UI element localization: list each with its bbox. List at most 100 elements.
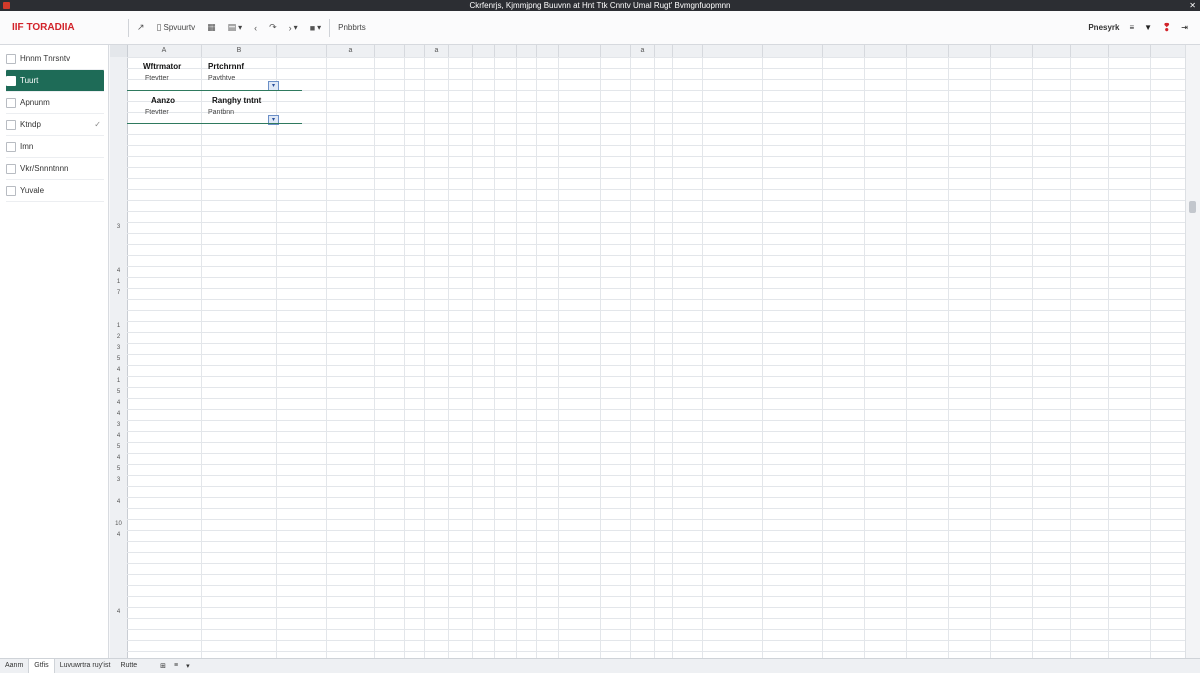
row-header[interactable] [110, 640, 127, 651]
scrollbar-thumb[interactable] [1189, 201, 1196, 213]
sidebar-item[interactable]: Ktndp ✓ [6, 114, 104, 136]
sheet-menu-icon[interactable]: ≡ [174, 662, 178, 670]
page-button[interactable]: ▯ Spvuurtv [155, 20, 198, 35]
undo-button[interactable]: ‹ [252, 21, 259, 35]
row-header[interactable]: 10 [110, 519, 127, 530]
add-sheet-icon[interactable]: ⊞ [160, 662, 166, 670]
row-header[interactable] [110, 233, 127, 244]
row-header[interactable]: 4 [110, 497, 127, 508]
cell-grid[interactable] [127, 57, 1186, 658]
row-header[interactable] [110, 134, 127, 145]
column-header[interactable] [1071, 45, 1109, 57]
row-header[interactable]: 4 [110, 607, 127, 618]
row-header[interactable]: 3 [110, 475, 127, 486]
row-header[interactable]: 1 [110, 277, 127, 288]
sheet-tab[interactable]: Luvuwrtra ruy'ist [55, 659, 116, 673]
select-all-corner[interactable] [110, 45, 128, 57]
row-header[interactable] [110, 101, 127, 112]
row-header[interactable]: 5 [110, 442, 127, 453]
row-header[interactable]: 7 [110, 288, 127, 299]
sheet-tab[interactable]: Gtfis [28, 659, 55, 673]
column-header[interactable] [517, 45, 537, 57]
row-header[interactable] [110, 200, 127, 211]
row-header[interactable] [110, 112, 127, 123]
cell-value[interactable]: Ftevtter [145, 75, 169, 82]
sidebar-item[interactable]: Imn [6, 136, 104, 158]
column-header[interactable] [907, 45, 949, 57]
column-header[interactable] [601, 45, 631, 57]
row-header[interactable] [110, 68, 127, 79]
refresh-button[interactable]: Pnbbrts [336, 21, 368, 34]
row-header[interactable] [110, 90, 127, 101]
cell-value[interactable]: Pavthtve [208, 75, 235, 82]
row-header[interactable] [110, 486, 127, 497]
cell-header-text[interactable]: Ranghy tntnt [212, 96, 261, 105]
cell-header-text[interactable]: Aanzo [151, 96, 175, 105]
column-header[interactable] [375, 45, 405, 57]
grid-button[interactable]: ▦ [205, 20, 218, 35]
cell-header-text[interactable]: Wftrmator [143, 62, 181, 71]
row-header[interactable]: 3 [110, 343, 127, 354]
column-header[interactable] [473, 45, 495, 57]
pointer-button[interactable]: ↗ [135, 20, 147, 35]
row-header[interactable] [110, 299, 127, 310]
column-header[interactable]: a [425, 45, 449, 57]
sheet-tab[interactable]: Rutte [115, 659, 142, 673]
column-header[interactable] [405, 45, 425, 57]
row-header[interactable]: 1 [110, 376, 127, 387]
column-header[interactable] [449, 45, 473, 57]
row-header[interactable] [110, 156, 127, 167]
row-header[interactable] [110, 211, 127, 222]
row-header[interactable] [110, 178, 127, 189]
row-header[interactable]: 4 [110, 398, 127, 409]
sidebar-item[interactable]: Apnunm [6, 92, 104, 114]
column-header[interactable] [823, 45, 865, 57]
close-icon[interactable]: ✕ [1189, 0, 1196, 11]
row-header[interactable] [110, 145, 127, 156]
row-header[interactable] [110, 574, 127, 585]
column-header[interactable] [559, 45, 601, 57]
row-header[interactable]: 2 [110, 332, 127, 343]
row-header[interactable]: 1 [110, 321, 127, 332]
column-header[interactable] [277, 45, 327, 57]
column-header[interactable] [655, 45, 673, 57]
sidebar-item[interactable]: Vkr/Snnntnnn [6, 158, 104, 180]
column-header[interactable] [991, 45, 1033, 57]
row-header[interactable]: 3 [110, 222, 127, 233]
column-header[interactable] [537, 45, 559, 57]
sheet-tab[interactable]: Aanm [0, 659, 28, 673]
user-menu[interactable]: Pnesyrk [1088, 23, 1119, 32]
column-header[interactable] [865, 45, 907, 57]
row-header[interactable] [110, 189, 127, 200]
column-header[interactable]: B [202, 45, 277, 57]
row-header[interactable]: 4 [110, 453, 127, 464]
sidebar-item[interactable]: Hnnm Tnrsntv [6, 48, 104, 70]
redo-button[interactable]: ↷ [267, 20, 279, 35]
row-header[interactable] [110, 552, 127, 563]
fill-button[interactable]: ■ ▾ [308, 21, 323, 35]
row-header[interactable] [110, 618, 127, 629]
row-header[interactable] [110, 596, 127, 607]
column-header[interactable] [673, 45, 703, 57]
cell-header-text[interactable]: Prtchrnnf [208, 62, 244, 71]
column-header[interactable] [495, 45, 517, 57]
menu-icon[interactable]: ≡ [1129, 23, 1134, 32]
signout-icon[interactable]: ⇥ [1181, 23, 1188, 32]
vertical-scrollbar[interactable] [1185, 45, 1200, 658]
row-header[interactable] [110, 255, 127, 266]
column-header[interactable] [949, 45, 991, 57]
row-header[interactable] [110, 563, 127, 574]
sheet-arrow-icon[interactable]: ▾ [186, 662, 190, 670]
row-header[interactable]: 3 [110, 420, 127, 431]
row-header[interactable]: 4 [110, 365, 127, 376]
row-header[interactable] [110, 629, 127, 640]
row-header[interactable] [110, 244, 127, 255]
row-header[interactable] [110, 79, 127, 90]
row-header[interactable] [110, 123, 127, 134]
column-header[interactable] [1033, 45, 1071, 57]
row-header[interactable]: 5 [110, 464, 127, 475]
row-header[interactable] [110, 57, 127, 68]
column-header[interactable] [1109, 45, 1151, 57]
row-header[interactable]: 4 [110, 266, 127, 277]
sidebar-item[interactable]: Yuvale [6, 180, 104, 202]
